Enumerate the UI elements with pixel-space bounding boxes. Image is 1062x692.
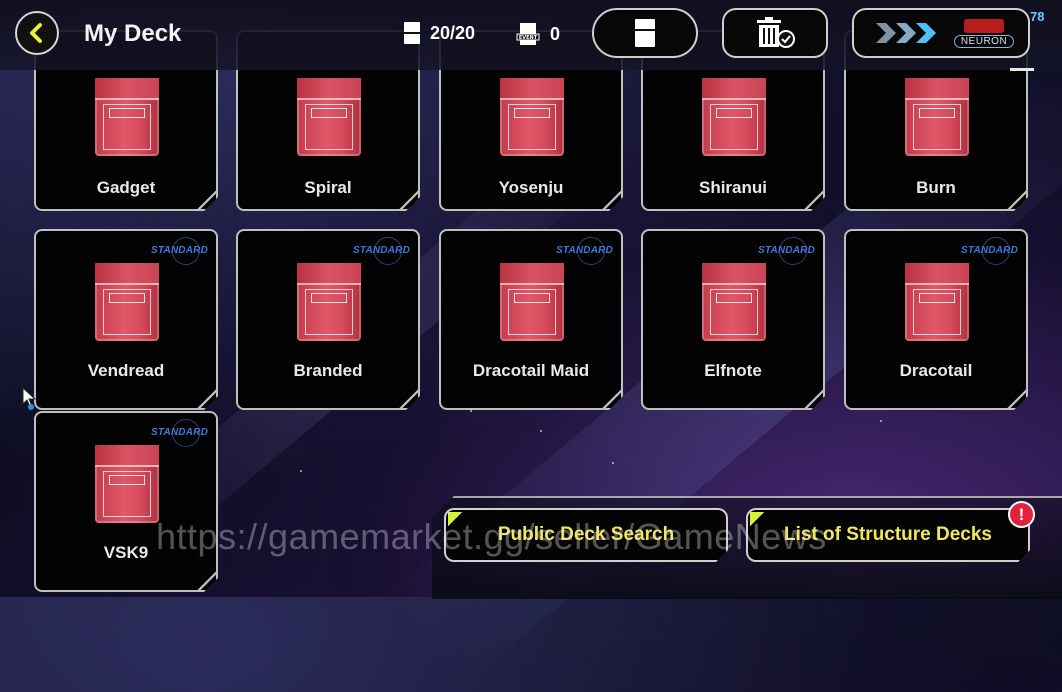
deck-view-button[interactable] (592, 8, 698, 58)
deck-tile[interactable]: STANDARD Vendread (34, 229, 218, 410)
deck-tile[interactable]: STANDARD Elfnote (641, 229, 825, 410)
deck-name: Elfnote (704, 361, 762, 380)
background-star (880, 420, 882, 422)
deck-box-icon (500, 263, 564, 341)
header-bar: My Deck 20/20 EVENT 0 NEURON 78 (0, 0, 1062, 70)
scroll-indicator[interactable] (1010, 68, 1034, 71)
event-card-icon: EVENT (516, 23, 540, 45)
deck-tile[interactable]: STANDARD VSK9 (34, 411, 218, 592)
deck-count-value: 20/20 (430, 22, 476, 43)
card-icon (404, 22, 420, 44)
background-star (300, 470, 302, 472)
deck-name: Yosenju (498, 178, 564, 197)
deck-name: Gadget (96, 178, 156, 197)
background-star (470, 410, 472, 412)
deck-tile[interactable]: STANDARD Branded (236, 229, 420, 410)
triple-chevron-right-icon (876, 23, 936, 43)
deck-box-icon (702, 263, 766, 341)
standard-badge: STANDARD (556, 245, 613, 256)
alert-badge: ! (1008, 501, 1035, 528)
deck-tile[interactable]: STANDARD Dracotail (844, 229, 1028, 410)
neuron-button[interactable]: NEURON (852, 8, 1030, 58)
standard-badge: STANDARD (961, 245, 1018, 256)
deck-box-icon (905, 263, 969, 341)
back-button[interactable] (15, 11, 59, 55)
background-star (540, 430, 542, 432)
deck-box-icon (905, 78, 969, 156)
neuron-logo: NEURON (948, 14, 1020, 52)
deck-box-icon (500, 78, 564, 156)
background-star (612, 462, 614, 464)
deck-name: Dracotail (899, 361, 973, 380)
deck-box-icon (297, 78, 361, 156)
trash-check-icon (757, 17, 795, 48)
deck-box-icon (95, 78, 159, 156)
deck-name: Burn (916, 178, 956, 197)
delete-decks-button[interactable] (722, 8, 828, 58)
deck-name: Vendread (87, 361, 165, 380)
deck-name: Dracotail Maid (472, 361, 590, 380)
deck-name: Branded (293, 361, 363, 380)
standard-badge: STANDARD (353, 245, 410, 256)
deck-box-icon (95, 263, 159, 341)
deck-tile[interactable]: STANDARD Dracotail Maid (439, 229, 623, 410)
deck-box-icon (95, 445, 159, 523)
watermark: https://gamemarket.gg/seller/GameNews (156, 516, 827, 557)
standard-badge: STANDARD (151, 427, 208, 438)
deck-name: Shiranui (698, 178, 767, 197)
mouse-cursor-icon (22, 387, 37, 410)
page-title: My Deck (84, 20, 182, 47)
deck-count: 20/20 (404, 22, 475, 44)
card-icon (635, 19, 655, 47)
event-deck-count: EVENT 0 (516, 22, 560, 46)
event-count-value: 0 (550, 23, 561, 44)
battery-level: 78 (1030, 9, 1045, 24)
svg-text:EVENT: EVENT (519, 35, 538, 41)
deck-box-icon (297, 263, 361, 341)
chevron-left-icon (30, 23, 42, 43)
deck-box-icon (702, 78, 766, 156)
deck-name: Spiral (304, 178, 352, 197)
standard-badge: STANDARD (758, 245, 815, 256)
standard-badge: STANDARD (151, 245, 208, 256)
